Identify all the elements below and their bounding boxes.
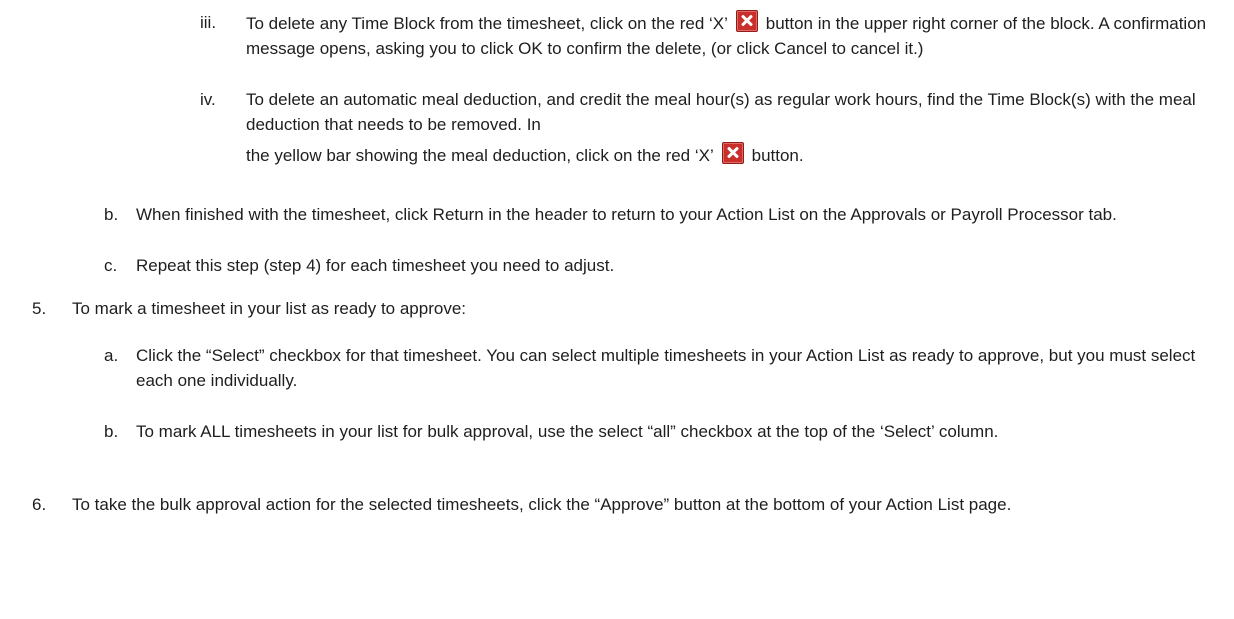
list-item-text: To delete an automatic meal deduction, a…: [246, 87, 1210, 168]
list-item-iv: iv. To delete an automatic meal deductio…: [200, 87, 1210, 168]
list-item-6: 6. To take the bulk approval action for …: [32, 492, 1222, 517]
list-item-5: 5. To mark a timesheet in your list as r…: [32, 296, 1222, 321]
list-marker: b.: [104, 422, 119, 441]
list-item-5b: b. To mark ALL timesheets in your list f…: [104, 419, 1214, 444]
list-marker: iv.: [200, 90, 216, 109]
red-x-delete-icon: [736, 10, 758, 32]
list-item-4b: b. When finished with the timesheet, cli…: [104, 202, 1214, 227]
list-marker: iii.: [200, 13, 217, 32]
red-x-delete-icon: [721, 142, 744, 164]
list-marker: 6.: [32, 495, 47, 514]
list-item-text: To delete any Time Block from the timesh…: [246, 10, 1210, 61]
text-line-with-icon: the yellow bar showing the meal deductio…: [246, 142, 1210, 168]
list-item-5a: a. Click the “Select” checkbox for that …: [104, 343, 1214, 393]
list-item-iii: iii. To delete any Time Block from the t…: [200, 10, 1210, 61]
list-marker: b.: [104, 205, 119, 224]
list-item-text: To mark ALL timesheets in your list for …: [136, 422, 999, 441]
list-item-text: To mark a timesheet in your list as read…: [72, 299, 467, 318]
list-marker: c.: [104, 256, 118, 275]
list-marker: 5.: [32, 299, 47, 318]
list-item-4c: c. Repeat this step (step 4) for each ti…: [104, 253, 1214, 278]
text-after-icon: button.: [751, 146, 804, 165]
list-item-text: To take the bulk approval action for the…: [72, 495, 1012, 514]
list-item-text: Click the “Select” checkbox for that tim…: [136, 346, 1196, 390]
list-item-text: When finished with the timesheet, click …: [136, 205, 1117, 224]
text-main: To delete an automatic meal deduction, a…: [246, 90, 1196, 134]
list-marker: a.: [104, 346, 119, 365]
list-item-text: Repeat this step (step 4) for each times…: [136, 256, 615, 275]
text-before-icon: To delete any Time Block from the timesh…: [246, 14, 728, 33]
text-before-icon: the yellow bar showing the meal deductio…: [246, 146, 714, 165]
